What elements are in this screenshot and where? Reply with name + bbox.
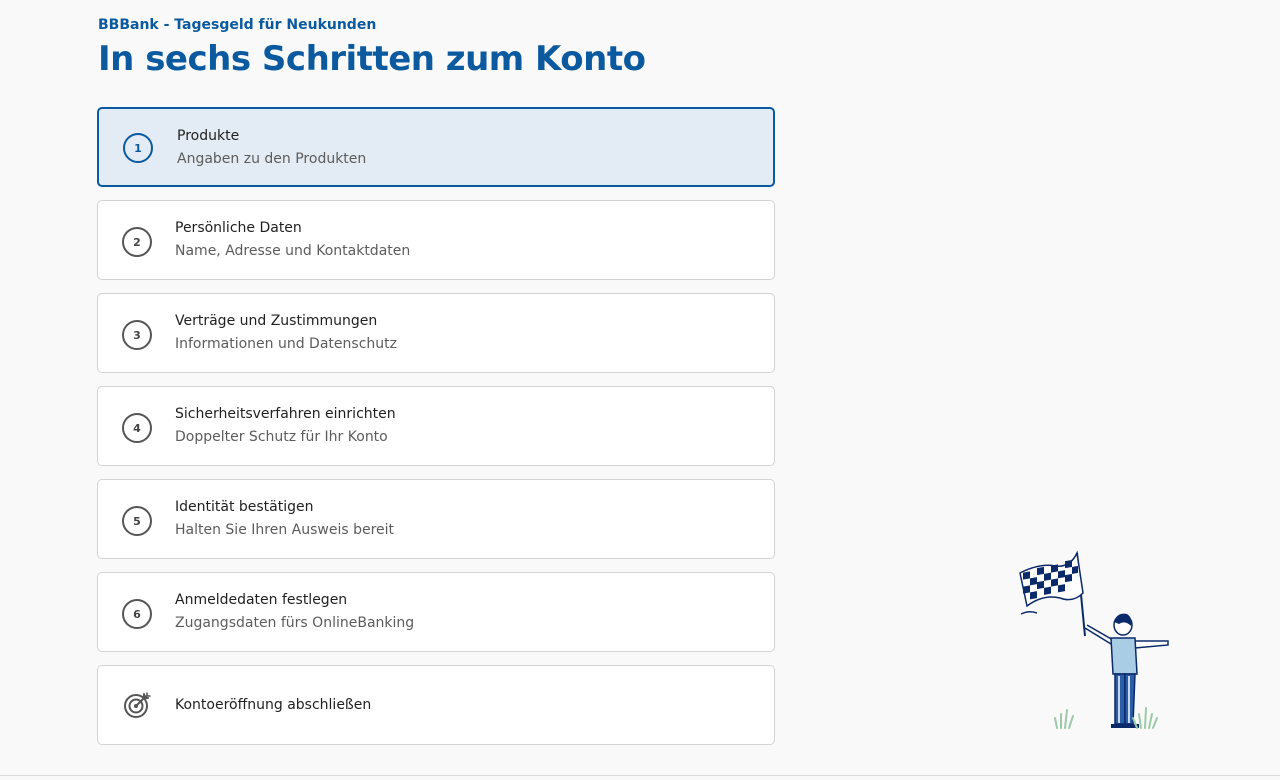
final-step-title: Kontoeröffnung abschließen bbox=[175, 697, 372, 713]
step-5-number-circle: 5 bbox=[122, 506, 152, 536]
step-1-title: Produkte bbox=[177, 128, 240, 144]
step-4-title: Sicherheitsverfahren einrichten bbox=[175, 406, 396, 422]
step-4-number-circle: 4 bbox=[122, 413, 152, 443]
final-step-text: Kontoeröffnung abschließen bbox=[175, 695, 371, 715]
step-6-subtitle: Zugangsdaten fürs OnlineBanking bbox=[175, 615, 415, 631]
step-2-card[interactable]: 2 Persönliche Daten Name, Adresse und Ko… bbox=[97, 200, 775, 280]
step-6-number-circle: 6 bbox=[122, 599, 152, 629]
step-5-card[interactable]: 5 Identität bestätigen Halten Sie Ihren … bbox=[97, 479, 775, 559]
step-3-subtitle: Informationen und Datenschutz bbox=[175, 336, 397, 352]
step-2-subtitle: Name, Adresse und Kontaktdaten bbox=[175, 243, 411, 259]
step-4-text: Sicherheitsverfahren einrichten Doppelte… bbox=[175, 404, 396, 447]
step-3-number-circle: 3 bbox=[122, 320, 152, 350]
step-6-text: Anmeldedaten festlegen Zugangsdaten fürs… bbox=[175, 590, 414, 633]
final-step-card[interactable]: Kontoeröffnung abschließen bbox=[97, 665, 775, 745]
step-3-card[interactable]: 3 Verträge und Zustimmungen Informatione… bbox=[97, 293, 775, 373]
bottom-divider bbox=[0, 775, 1280, 776]
step-2-title: Persönliche Daten bbox=[175, 220, 302, 236]
step-6-title: Anmeldedaten festlegen bbox=[175, 592, 348, 608]
step-2-number-circle: 2 bbox=[122, 227, 152, 257]
step-6-card[interactable]: 6 Anmeldedaten festlegen Zugangsdaten fü… bbox=[97, 572, 775, 652]
steps-list: 1 Produkte Angaben zu den Produkten 2 Pe… bbox=[97, 107, 775, 758]
page-title: In sechs Schritten zum Konto bbox=[98, 39, 646, 79]
step-5-text: Identität bestätigen Halten Sie Ihren Au… bbox=[175, 497, 394, 540]
step-1-text: Produkte Angaben zu den Produkten bbox=[177, 126, 366, 169]
step-3-text: Verträge und Zustimmungen Informationen … bbox=[175, 311, 397, 354]
step-5-title: Identität bestätigen bbox=[175, 499, 314, 515]
step-4-subtitle: Doppelter Schutz für Ihr Konto bbox=[175, 429, 388, 445]
product-eyebrow: BBBank - Tagesgeld für Neukunden bbox=[98, 17, 377, 33]
step-1-number-circle: 1 bbox=[123, 133, 153, 163]
step-4-card[interactable]: 4 Sicherheitsverfahren einrichten Doppel… bbox=[97, 386, 775, 466]
target-icon bbox=[124, 692, 151, 718]
step-1-card[interactable]: 1 Produkte Angaben zu den Produkten bbox=[97, 107, 775, 187]
step-1-subtitle: Angaben zu den Produkten bbox=[177, 151, 367, 167]
step-5-subtitle: Halten Sie Ihren Ausweis bereit bbox=[175, 522, 395, 538]
step-2-text: Persönliche Daten Name, Adresse und Kont… bbox=[175, 218, 410, 261]
page-header: BBBank - Tagesgeld für Neukunden In sech… bbox=[98, 15, 646, 81]
checkered-flag-person-illustration bbox=[1019, 550, 1169, 729]
step-3-title: Verträge und Zustimmungen bbox=[175, 313, 378, 329]
